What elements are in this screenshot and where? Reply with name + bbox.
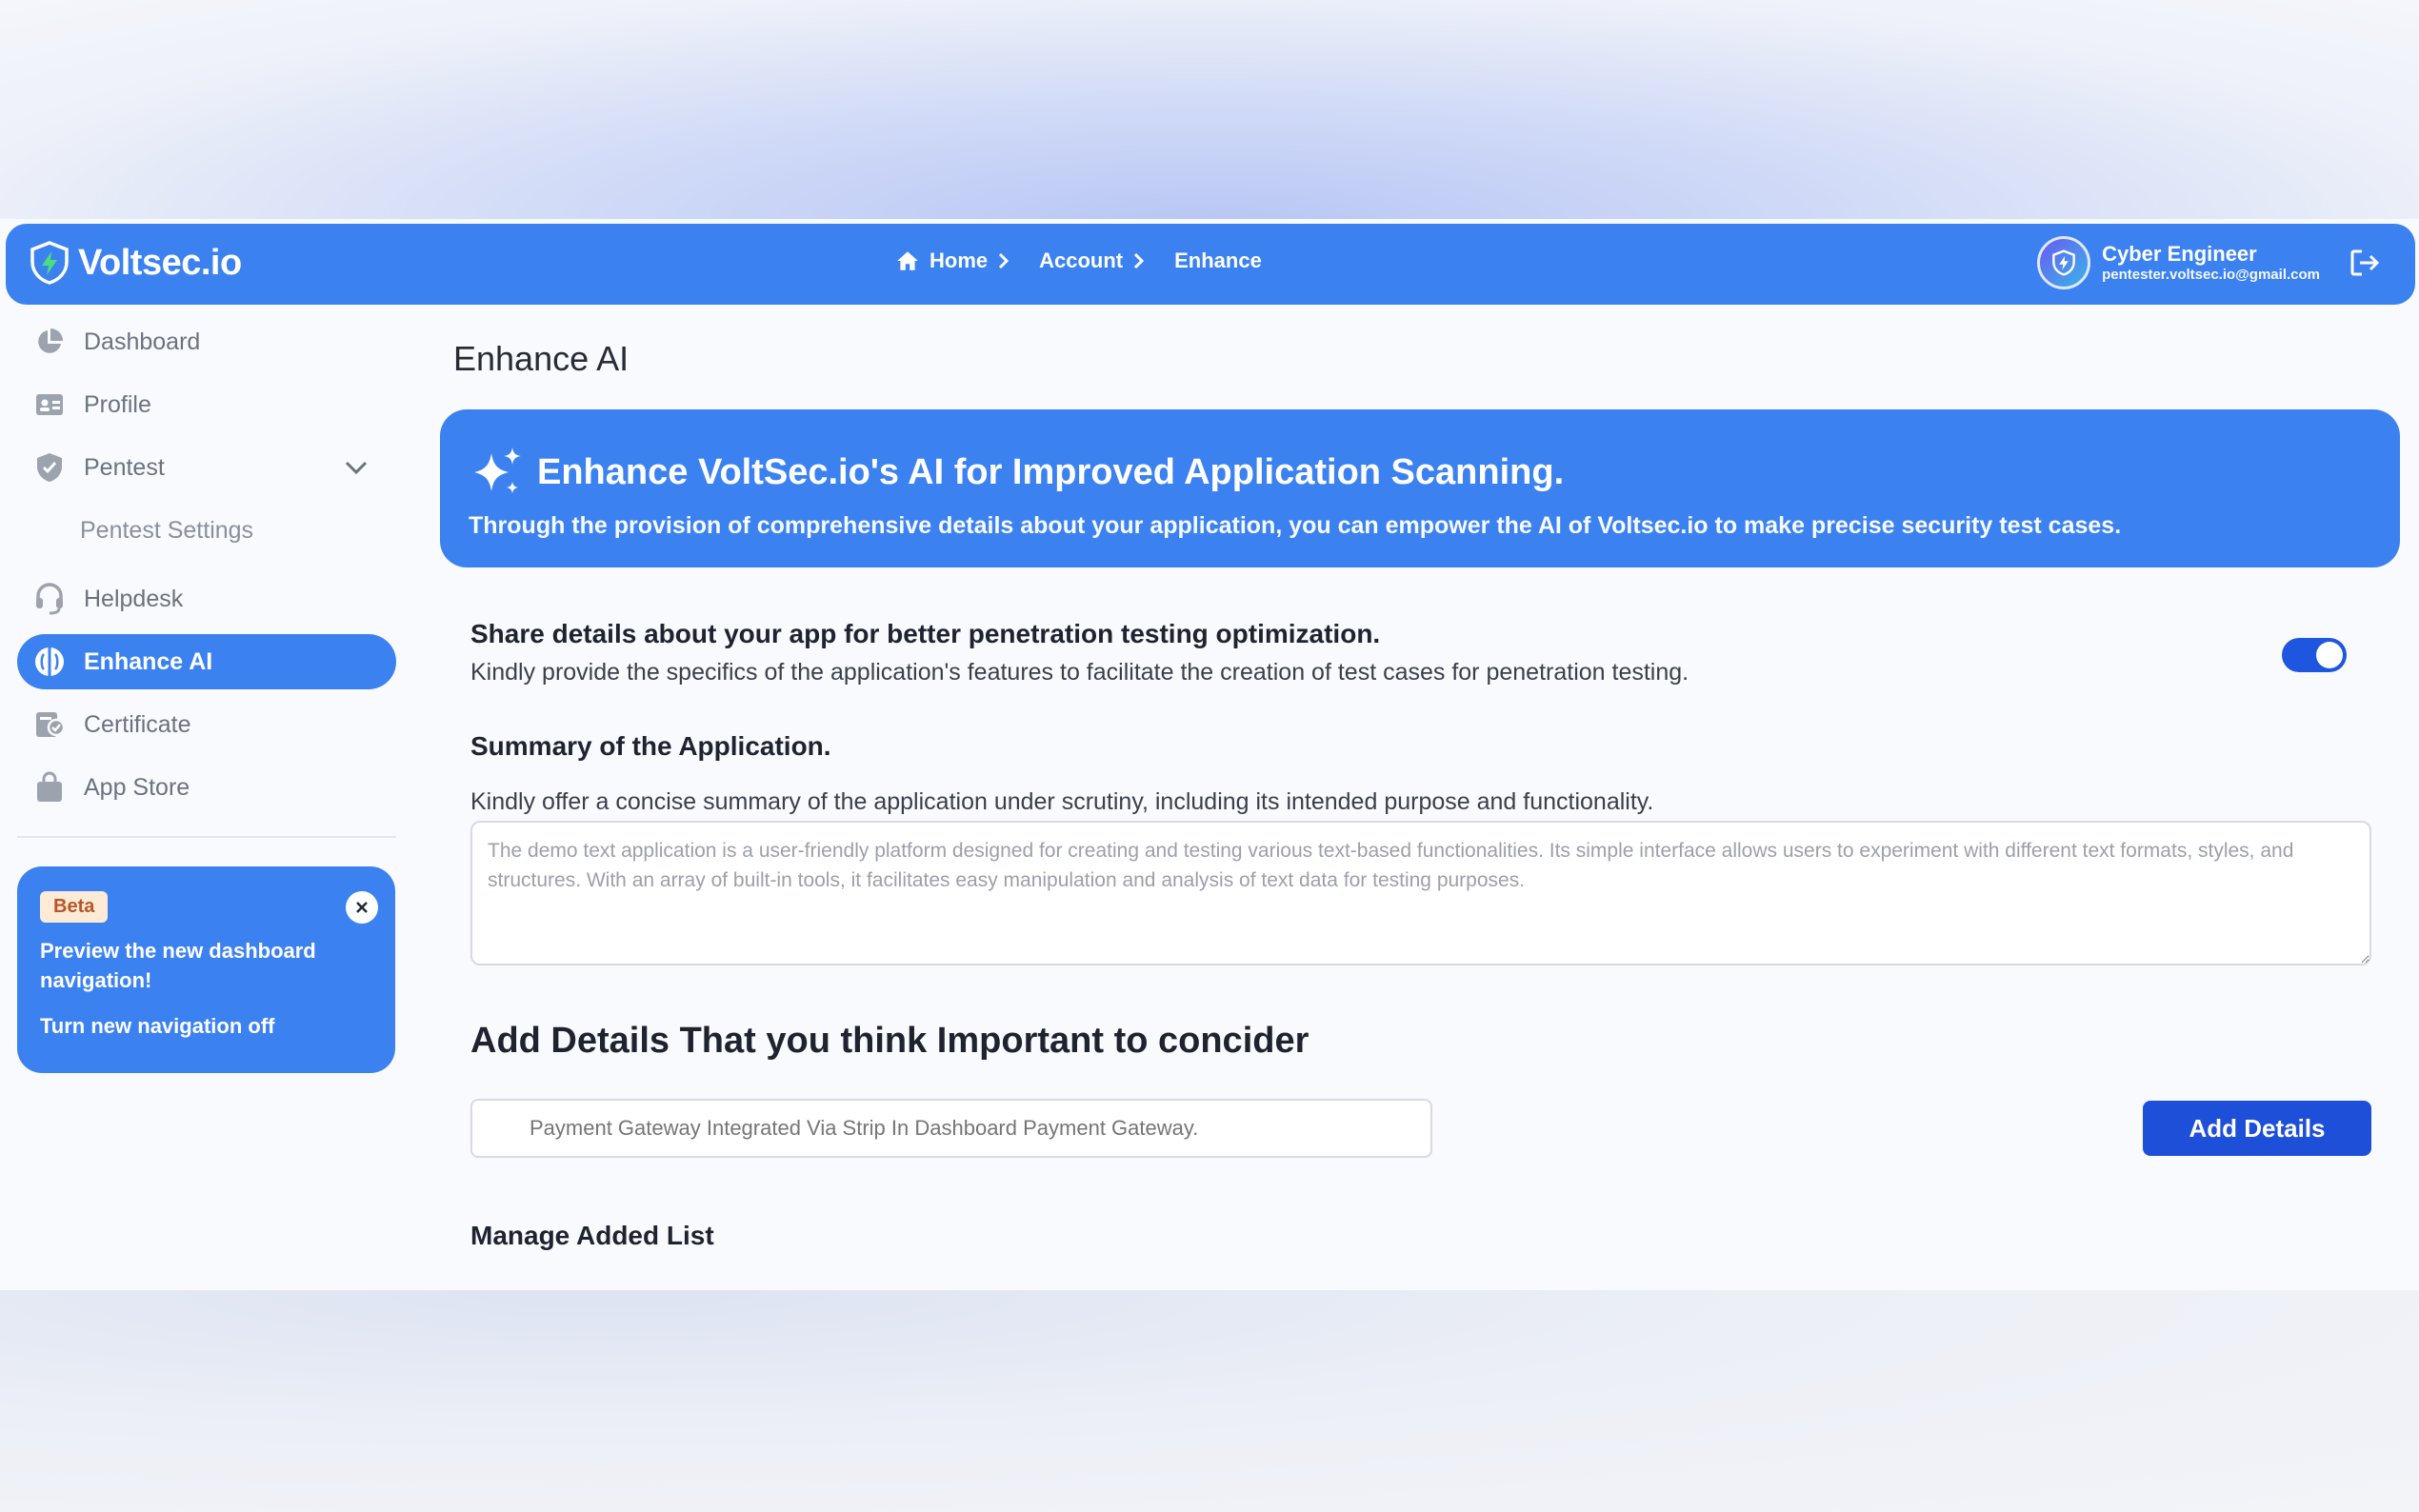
headset-icon (30, 580, 69, 618)
breadcrumb-account[interactable]: Account (1039, 249, 1146, 273)
breadcrumb-account-label: Account (1039, 249, 1124, 272)
manage-list-heading: Manage Added List (470, 1221, 714, 1250)
sidebar: Dashboard Profile Pentest Pentest Settin… (17, 314, 396, 1073)
summary-heading: Summary of the Application. (470, 731, 831, 761)
brand-logo[interactable]: Voltsec.io (29, 241, 242, 285)
breadcrumb-home[interactable]: Home (895, 249, 1010, 273)
user-menu[interactable]: Cyber Engineer pentester.voltsec.io@gmai… (2037, 236, 2381, 289)
hero-title: Enhance VoltSec.io's AI for Improved App… (537, 451, 1565, 492)
background-bottom (0, 1290, 2419, 1512)
chevron-right-icon (1134, 252, 1145, 269)
breadcrumb-enhance-label: Enhance (1174, 249, 1262, 272)
logout-icon[interactable] (2349, 248, 2381, 278)
brand-name: Voltsec.io (78, 242, 242, 283)
shield-check-icon (30, 448, 69, 487)
shield-logo-icon (30, 241, 69, 285)
app-window: Voltsec.io Home Account Enhance Cyber En… (0, 219, 2419, 1290)
hero-banner: Enhance VoltSec.io's AI for Improved App… (440, 409, 2400, 567)
detail-input[interactable] (470, 1099, 1432, 1158)
sidebar-item-pentest[interactable]: Pentest (17, 440, 396, 495)
add-details-button[interactable]: Add Details (2143, 1101, 2371, 1156)
background-top (0, 0, 2419, 224)
sidebar-item-label: Enhance AI (84, 647, 213, 675)
sidebar-item-label: Pentest Settings (80, 516, 254, 544)
ai-brain-icon (30, 643, 69, 681)
certificate-icon (30, 706, 69, 744)
sidebar-item-profile[interactable]: Profile (17, 377, 396, 432)
beta-message: Preview the new dashboard navigation! (40, 939, 316, 992)
home-icon (897, 251, 918, 270)
share-description: Kindly provide the specifics of the appl… (470, 659, 1689, 686)
sidebar-item-label: Pentest (84, 453, 165, 481)
sidebar-item-helpdesk[interactable]: Helpdesk (17, 571, 396, 627)
hero-subtitle: Through the provision of comprehensive d… (469, 512, 2122, 539)
user-email: pentester.voltsec.io@gmail.com (2102, 267, 2320, 283)
user-name: Cyber Engineer (2102, 242, 2257, 266)
share-details-toggle[interactable] (2282, 638, 2347, 672)
sidebar-item-enhance-ai[interactable]: Enhance AI (17, 634, 396, 689)
sidebar-item-label: Certificate (84, 710, 191, 738)
breadcrumb: Home Account Enhance (895, 249, 1290, 273)
breadcrumb-enhance[interactable]: Enhance (1174, 249, 1262, 273)
beta-badge: Beta (40, 891, 109, 923)
shopping-bag-icon (30, 768, 69, 806)
chevron-down-icon[interactable] (343, 455, 370, 478)
toggle-knob (2316, 642, 2343, 668)
close-icon[interactable] (346, 891, 378, 924)
chevron-right-icon (999, 252, 1010, 269)
share-heading: Share details about your app for better … (470, 619, 1381, 648)
page-title: Enhance AI (453, 339, 630, 378)
sidebar-item-certificate[interactable]: Certificate (17, 697, 396, 752)
shield-avatar-icon (2052, 249, 2075, 276)
sidebar-item-pentest-settings[interactable]: Pentest Settings (17, 503, 396, 558)
sidebar-divider (17, 836, 396, 838)
sidebar-item-label: App Store (84, 773, 190, 801)
sidebar-item-app-store[interactable]: App Store (17, 760, 396, 815)
turn-off-navigation-link[interactable]: Turn new navigation off (40, 1014, 372, 1039)
summary-description: Kindly offer a concise summary of the ap… (470, 788, 1654, 815)
sidebar-item-label: Dashboard (84, 328, 201, 355)
pie-chart-icon (30, 323, 69, 361)
sidebar-item-label: Helpdesk (84, 585, 184, 612)
beta-card: Beta Preview the new dashboard navigatio… (17, 866, 395, 1073)
sparkles-icon (474, 448, 521, 493)
top-navbar: Voltsec.io Home Account Enhance Cyber En… (6, 224, 2415, 305)
sidebar-item-dashboard[interactable]: Dashboard (17, 314, 396, 369)
breadcrumb-home-label: Home (930, 249, 989, 272)
add-details-heading: Add Details That you think Important to … (470, 1021, 1309, 1061)
avatar[interactable] (2037, 236, 2091, 289)
summary-textarea[interactable]: The demo text application is a user-frie… (470, 821, 2371, 965)
id-card-icon (30, 386, 69, 424)
sidebar-item-label: Profile (84, 390, 151, 418)
